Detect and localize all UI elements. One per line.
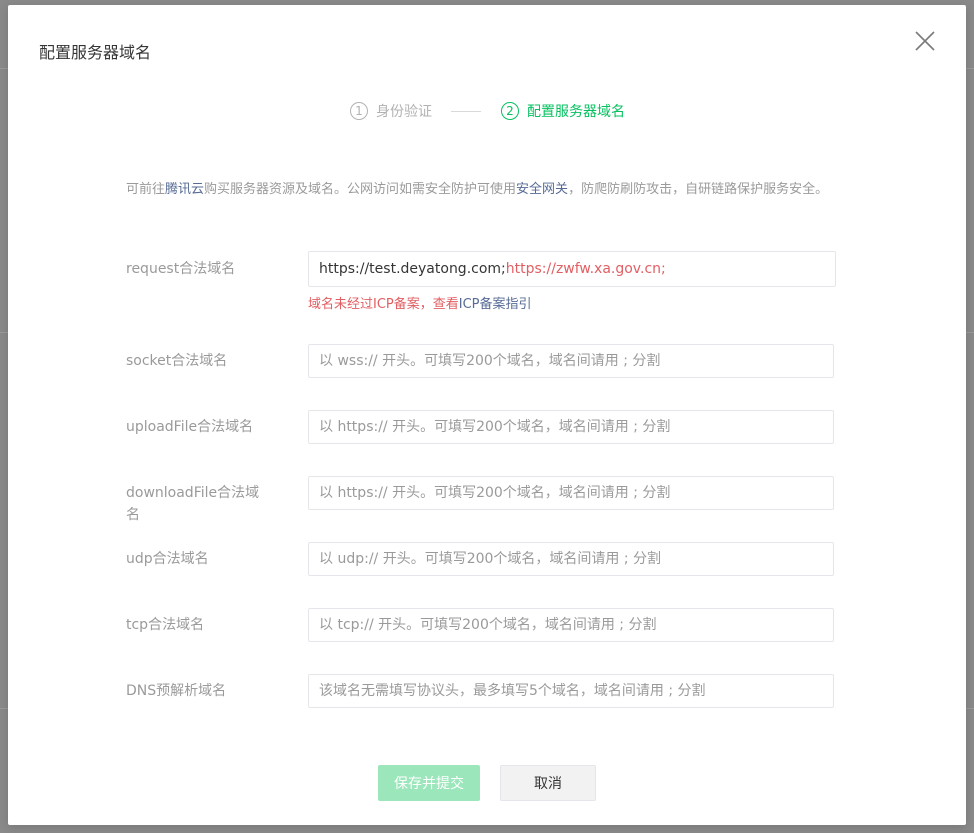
invalid-domain-text: https://zwfw.xa.gov.cn; (505, 261, 666, 277)
step-label: 配置服务器域名 (527, 104, 625, 120)
cancel-button[interactable]: 取消 (500, 765, 596, 801)
tencent-cloud-link[interactable]: 腾讯云 (165, 182, 204, 197)
icp-error-message: 域名未经过ICP备案，查看ICP备案指引 (308, 293, 532, 312)
field-label: udp合法域名 (126, 551, 209, 567)
intro-part: 可前往 (126, 182, 166, 197)
dialog-title: 配置服务器域名 (39, 43, 152, 62)
step-indicator: 1 身份验证 2 配置服务器域名 (350, 101, 625, 121)
request-domain-input[interactable]: https://test.deyatong.com;https://zwfw.x… (308, 251, 836, 287)
field-label: request合法域名 (126, 261, 236, 277)
tcp-domain-input[interactable] (308, 608, 834, 642)
save-submit-button[interactable]: 保存并提交 (378, 765, 480, 801)
configure-domain-dialog: 配置服务器域名 1 身份验证 2 配置服务器域名 可前往腾讯云购买服务器资源及域… (8, 5, 966, 825)
field-label: DNS预解析域名 (126, 683, 227, 699)
step-separator (451, 110, 481, 112)
field-label: downloadFile合法域名 (126, 485, 260, 523)
socket-domain-input[interactable] (308, 344, 834, 378)
field-label: tcp合法域名 (126, 617, 205, 633)
downloadfile-domain-input[interactable] (308, 476, 834, 510)
error-text: 域名未经过ICP备案，查看 (308, 297, 459, 312)
intro-part: 购买服务器资源及域名。公网访问如需安全防护可使用 (204, 182, 517, 197)
step-number: 2 (501, 102, 519, 120)
uploadfile-domain-input[interactable] (308, 410, 834, 444)
intro-part: ，防爬防刷防攻击，自研链路保护服务安全。 (568, 182, 829, 197)
close-icon (915, 31, 935, 51)
valid-domain-text: https://test.deyatong.com; (319, 261, 506, 277)
step-configure-domain: 2 配置服务器域名 (501, 101, 625, 121)
step-number: 1 (350, 102, 368, 120)
field-label: socket合法域名 (126, 353, 228, 369)
security-gateway-link[interactable]: 安全网关 (516, 182, 568, 197)
dns-prefetch-domain-input[interactable] (308, 674, 834, 708)
intro-text: 可前往腾讯云购买服务器资源及域名。公网访问如需安全防护可使用安全网关，防爬防刷防… (126, 178, 851, 201)
field-label: uploadFile合法域名 (126, 419, 254, 435)
icp-guide-link[interactable]: ICP备案指引 (459, 297, 532, 312)
close-button[interactable] (914, 30, 936, 52)
udp-domain-input[interactable] (308, 542, 834, 576)
step-label: 身份验证 (376, 104, 432, 120)
step-identity-verification: 1 身份验证 (350, 101, 432, 121)
